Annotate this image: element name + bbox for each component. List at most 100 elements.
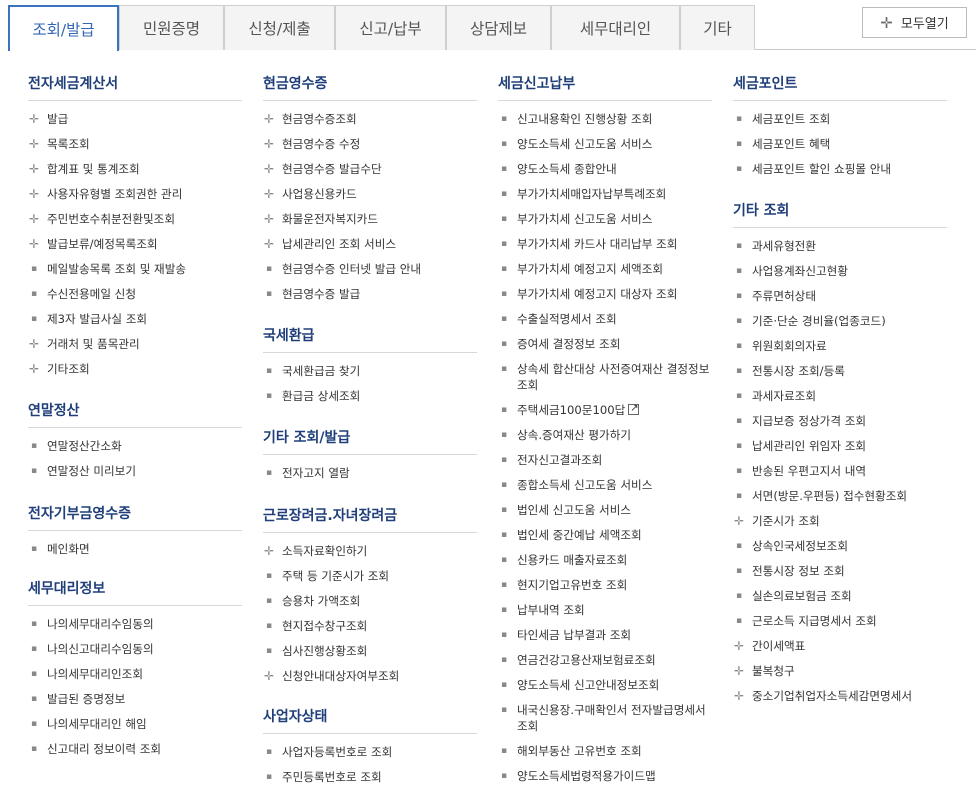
- bullet-icon: ▪: [735, 491, 743, 501]
- menu-item-label: 신용카드 매출자료조회: [517, 553, 628, 567]
- menu-item-label: 법인세 중간예납 세액조회: [517, 528, 642, 542]
- menu-item-label: 전통시장 정보 조회: [752, 564, 845, 578]
- section-title: 연말정산: [28, 403, 80, 419]
- bullet-icon: ▪: [500, 680, 508, 690]
- menu-item-label: 주민등록번호로 조회: [282, 770, 382, 784]
- bullet-icon: ▪: [500, 114, 508, 124]
- plus-icon: ✛: [263, 212, 275, 226]
- bullet-icon: ▪: [500, 530, 508, 540]
- menu-item-label: 국세환급금 찾기: [282, 364, 361, 378]
- bullet-icon: ▪: [30, 314, 38, 324]
- bullet-icon: ▪: [500, 746, 508, 756]
- plus-icon: ✛: [263, 162, 275, 176]
- tab-tax-agent[interactable]: 세무대리인: [551, 5, 680, 50]
- section-divider: [263, 532, 477, 533]
- bullet-icon: ▪: [500, 339, 508, 349]
- menu-item-label: 신고대리 정보이력 조회: [47, 742, 162, 756]
- menu-item-label: 타인세금 납부결과 조회: [517, 628, 632, 642]
- bullet-icon: ▪: [500, 189, 508, 199]
- tab-report-payment[interactable]: 신고/납부: [335, 5, 446, 50]
- menu-item-label: 부가가치세 카드사 대리납부 조회: [517, 237, 678, 251]
- menu-item-label: 세금포인트 조회: [752, 112, 831, 126]
- plus-icon: ✛: [263, 187, 275, 201]
- bullet-icon: ▪: [500, 264, 508, 274]
- bullet-icon: ▪: [735, 616, 743, 626]
- menu-item-label: 부가가치세 예정고지 대상자 조회: [517, 287, 678, 301]
- plus-icon: ✛: [28, 112, 40, 126]
- menu-item-label: 납세관리인 조회 서비스: [282, 237, 397, 251]
- section-divider: [498, 100, 712, 101]
- tab-inquiry-issue[interactable]: 조회/발급: [8, 5, 119, 51]
- section-divider: [28, 100, 242, 101]
- bullet-icon: ▪: [500, 505, 508, 515]
- section-title: 전자기부금영수증: [28, 506, 132, 522]
- bullet-icon: ▪: [30, 466, 38, 476]
- plus-icon: ✛: [733, 514, 745, 528]
- menu-item-label: 발급보류/예정목록조회: [47, 237, 158, 251]
- bullet-icon: ▪: [500, 605, 508, 615]
- section-divider: [733, 100, 947, 101]
- bullet-icon: ▪: [500, 239, 508, 249]
- bullet-icon: ▪: [265, 772, 273, 782]
- tab-consult-report[interactable]: 상담제보: [446, 5, 551, 50]
- menu-item-label: 나의세무대리인 해임: [47, 717, 147, 731]
- menu-item-label: 납세관리인 위임자 조회: [752, 439, 867, 453]
- menu-item-label: 현금영수증 발급: [282, 287, 361, 301]
- tab-civil-certificate[interactable]: 민원증명: [119, 5, 224, 50]
- bullet-icon: ▪: [30, 694, 38, 704]
- bullet-icon: ▪: [265, 596, 273, 606]
- menu-item-label: 부가가치세 예정고지 세액조회: [517, 262, 664, 276]
- bullet-icon: ▪: [30, 644, 38, 654]
- menu-item-label: 세금포인트 할인 쇼핑몰 안내: [752, 162, 892, 176]
- bullet-icon: ▪: [500, 164, 508, 174]
- menu-item-label: 양도소득세법령적용가이드맵: [517, 769, 656, 783]
- bullet-icon: ▪: [735, 591, 743, 601]
- bullet-icon: ▪: [500, 555, 508, 565]
- plus-icon: ✛: [733, 689, 745, 703]
- menu-item-label: 연말정산간소화: [47, 439, 122, 453]
- menu-item-label: 내국신용장.구매확인서 전자발급명세서 조회: [517, 703, 706, 733]
- bullet-icon: ▪: [30, 669, 38, 679]
- menu-item-label: 간이세액표: [752, 639, 806, 653]
- bullet-icon: ▪: [500, 430, 508, 440]
- bullet-icon: ▪: [735, 416, 743, 426]
- bullet-icon: ▪: [500, 289, 508, 299]
- menu-item-label: 사업용신용카드: [282, 187, 357, 201]
- bullet-icon: ▪: [30, 264, 38, 274]
- bullet-icon: ▪: [735, 366, 743, 376]
- menu-item-label: 양도소득세 신고도움 서비스: [517, 137, 653, 151]
- tab-application-submit[interactable]: 신청/제출: [224, 5, 335, 50]
- bullet-icon: ▪: [500, 314, 508, 324]
- bullet-icon: ▪: [500, 655, 508, 665]
- menu-item-label: 법인세 신고도움 서비스: [517, 503, 632, 517]
- menu-item-label: 기준시가 조회: [752, 514, 820, 528]
- menu-item-label: 상속세 합산대상 사전증여재산 결정정보 조회: [517, 362, 710, 392]
- menu-item-label: 전자신고결과조회: [517, 453, 603, 467]
- menu-item-label: 반송된 우편고지서 내역: [752, 464, 867, 478]
- menu-item-label: 기타조회: [47, 362, 90, 376]
- bullet-icon: ▪: [735, 114, 743, 124]
- expand-all-button[interactable]: ✛ 모두열기: [862, 7, 967, 38]
- section-divider: [263, 100, 477, 101]
- menu-item-label: 종합소득세 신고도움 서비스: [517, 478, 653, 492]
- menu-item-label: 양도소득세 종합안내: [517, 162, 617, 176]
- bullet-icon: ▪: [500, 630, 508, 640]
- menu-item-label: 양도소득세 신고안내정보조회: [517, 678, 660, 692]
- menu-item-label: 사업자등록번호로 조회: [282, 745, 393, 759]
- bullet-icon: ▪: [500, 705, 508, 715]
- menu-item-label: 사용자유형별 조회권한 관리: [47, 187, 183, 201]
- plus-icon: ✛: [263, 137, 275, 151]
- section-divider: [28, 605, 242, 606]
- menu-item-label: 발급된 증명정보: [47, 692, 126, 706]
- bullet-icon: ▪: [30, 619, 38, 629]
- tab-etc[interactable]: 기타: [680, 5, 755, 50]
- section-divider: [263, 454, 477, 455]
- menu-item-label: 승용차 가액조회: [282, 594, 361, 608]
- bullet-icon: ▪: [500, 480, 508, 490]
- menu-item-label: 연금건강고용산재보험료조회: [517, 653, 656, 667]
- menu-item-label: 수출실적명세서 조회: [517, 312, 617, 326]
- menu-item-label: 과세유형전환: [752, 239, 816, 253]
- plus-icon: ✛: [28, 137, 40, 151]
- menu-item-label: 세금포인트 혜택: [752, 137, 831, 151]
- menu-item-label: 부가가치세 신고도움 서비스: [517, 212, 653, 226]
